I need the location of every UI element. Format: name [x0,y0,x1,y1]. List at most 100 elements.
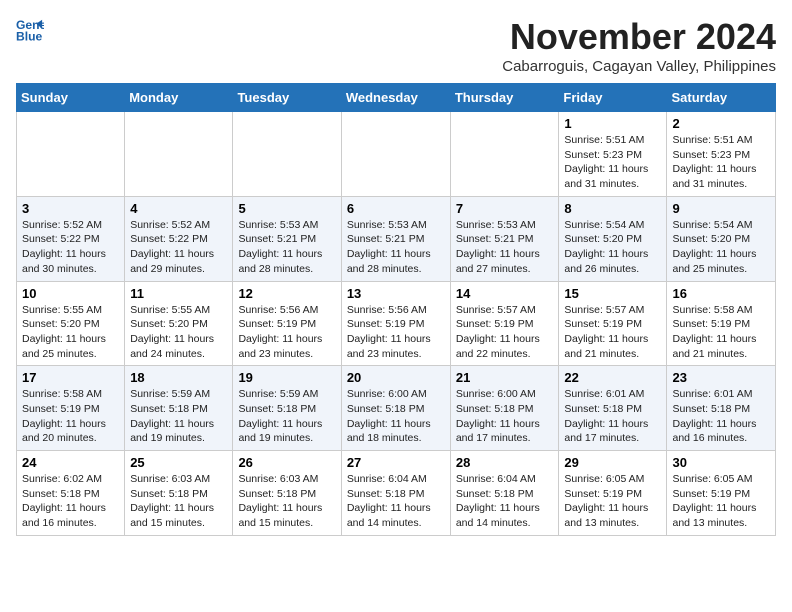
calendar-cell: 25 Sunrise: 6:03 AMSunset: 5:18 PMDayligh… [125,451,233,536]
calendar-cell [17,112,125,197]
page-header: General Blue November 2024 Cabarroguis, … [16,16,776,75]
day-info: Sunrise: 5:53 AMSunset: 5:21 PMDaylight:… [456,218,554,277]
calendar-cell: 16Sunrise: 5:58 AMSunset: 5:19 PMDayligh… [667,281,776,366]
day-number: 29 [564,455,661,470]
calendar-cell: 13Sunrise: 5:56 AMSunset: 5:19 PMDayligh… [341,281,450,366]
day-info: Sunrise: 6:02 AMSunset: 5:18 PMDaylight:… [22,472,119,531]
day-number: 26 [238,455,335,470]
day-number: 6 [347,201,445,216]
column-header-thursday: Thursday [450,84,559,112]
calendar-cell: 5Sunrise: 5:53 AMSunset: 5:21 PMDaylight… [233,196,341,281]
calendar-cell: 8 Sunrise: 5:54 AMSunset: 5:20 PMDaylight… [559,196,667,281]
day-info: Sunrise: 5:55 AMSunset: 5:20 PMDaylight:… [22,303,119,362]
calendar-cell: 9 Sunrise: 5:54 AMSunset: 5:20 PMDaylight… [667,196,776,281]
day-number: 21 [456,370,554,385]
day-number: 3 [22,201,119,216]
calendar-cell: 26 Sunrise: 6:03 AMSunset: 5:18 PMDayligh… [233,451,341,536]
column-header-sunday: Sunday [17,84,125,112]
day-info: Sunrise: 5:57 AMSunset: 5:19 PMDaylight:… [456,303,554,362]
calendar-cell: 27 Sunrise: 6:04 AMSunset: 5:18 PMDayligh… [341,451,450,536]
calendar-cell: 30 Sunrise: 6:05 AMSunset: 5:19 PMDayligh… [667,451,776,536]
day-info: Sunrise: 6:00 AMSunset: 5:18 PMDaylight:… [456,387,554,446]
day-number: 20 [347,370,445,385]
calendar-cell [450,112,559,197]
day-info: Sunrise: 5:52 AMSunset: 5:22 PMDaylight:… [22,218,119,277]
day-number: 12 [238,286,335,301]
column-header-tuesday: Tuesday [233,84,341,112]
day-info: Sunrise: 5:54 AMSunset: 5:20 PMDaylight:… [564,218,661,277]
day-info: Sunrise: 6:05 AMSunset: 5:19 PMDaylight:… [564,472,661,531]
day-info: Sunrise: 6:03 AMSunset: 5:18 PMDaylight:… [238,472,335,531]
day-number: 15 [564,286,661,301]
day-number: 19 [238,370,335,385]
svg-text:Blue: Blue [16,29,43,43]
column-header-monday: Monday [125,84,233,112]
day-info: Sunrise: 5:59 AMSunset: 5:18 PMDaylight:… [130,387,227,446]
day-number: 4 [130,201,227,216]
calendar-cell [125,112,233,197]
column-header-friday: Friday [559,84,667,112]
calendar-cell: 17Sunrise: 5:58 AMSunset: 5:19 PMDayligh… [17,366,125,451]
calendar-cell: 4 Sunrise: 5:52 AMSunset: 5:22 PMDaylight… [125,196,233,281]
logo-icon: General Blue [16,16,44,44]
day-info: Sunrise: 6:01 AMSunset: 5:18 PMDaylight:… [672,387,770,446]
calendar-cell: 3 Sunrise: 5:52 AMSunset: 5:22 PMDaylight… [17,196,125,281]
day-number: 9 [672,201,770,216]
week-row-4: 17Sunrise: 5:58 AMSunset: 5:19 PMDayligh… [17,366,776,451]
day-number: 5 [238,201,335,216]
day-info: Sunrise: 5:51 AMSunset: 5:23 PMDaylight:… [672,133,770,192]
day-info: Sunrise: 5:56 AMSunset: 5:19 PMDaylight:… [238,303,335,362]
calendar-cell: 22Sunrise: 6:01 AMSunset: 5:18 PMDayligh… [559,366,667,451]
week-row-3: 10 Sunrise: 5:55 AMSunset: 5:20 PMDayligh… [17,281,776,366]
week-row-1: 1 Sunrise: 5:51 AMSunset: 5:23 PMDaylight… [17,112,776,197]
day-info: Sunrise: 6:04 AMSunset: 5:18 PMDaylight:… [456,472,554,531]
title-block: November 2024 Cabarroguis, Cagayan Valle… [502,16,776,75]
day-number: 8 [564,201,661,216]
calendar-cell: 19Sunrise: 5:59 AMSunset: 5:18 PMDayligh… [233,366,341,451]
calendar-cell: 7 Sunrise: 5:53 AMSunset: 5:21 PMDaylight… [450,196,559,281]
day-number: 27 [347,455,445,470]
calendar-table: SundayMondayTuesdayWednesdayThursdayFrid… [16,83,776,536]
day-number: 24 [22,455,119,470]
day-info: Sunrise: 5:53 AMSunset: 5:21 PMDaylight:… [347,218,445,277]
calendar-cell: 18 Sunrise: 5:59 AMSunset: 5:18 PMDayligh… [125,366,233,451]
day-info: Sunrise: 6:05 AMSunset: 5:19 PMDaylight:… [672,472,770,531]
day-number: 25 [130,455,227,470]
day-number: 2 [672,116,770,131]
day-number: 1 [564,116,661,131]
day-number: 11 [130,286,227,301]
calendar-cell: 10 Sunrise: 5:55 AMSunset: 5:20 PMDayligh… [17,281,125,366]
day-number: 7 [456,201,554,216]
day-info: Sunrise: 5:58 AMSunset: 5:19 PMDaylight:… [22,387,119,446]
day-number: 28 [456,455,554,470]
day-number: 23 [672,370,770,385]
calendar-cell [341,112,450,197]
column-header-wednesday: Wednesday [341,84,450,112]
day-info: Sunrise: 6:01 AMSunset: 5:18 PMDaylight:… [564,387,661,446]
day-info: Sunrise: 5:55 AMSunset: 5:20 PMDaylight:… [130,303,227,362]
day-info: Sunrise: 6:03 AMSunset: 5:18 PMDaylight:… [130,472,227,531]
calendar-cell: 28 Sunrise: 6:04 AMSunset: 5:18 PMDayligh… [450,451,559,536]
day-info: Sunrise: 5:56 AMSunset: 5:19 PMDaylight:… [347,303,445,362]
day-info: Sunrise: 5:57 AMSunset: 5:19 PMDaylight:… [564,303,661,362]
day-number: 30 [672,455,770,470]
calendar-cell: 15 Sunrise: 5:57 AMSunset: 5:19 PMDayligh… [559,281,667,366]
day-number: 10 [22,286,119,301]
column-header-saturday: Saturday [667,84,776,112]
week-row-5: 24 Sunrise: 6:02 AMSunset: 5:18 PMDayligh… [17,451,776,536]
day-info: Sunrise: 6:00 AMSunset: 5:18 PMDaylight:… [347,387,445,446]
calendar-cell: 24 Sunrise: 6:02 AMSunset: 5:18 PMDayligh… [17,451,125,536]
calendar-cell: 6 Sunrise: 5:53 AMSunset: 5:21 PMDaylight… [341,196,450,281]
day-info: Sunrise: 5:54 AMSunset: 5:20 PMDaylight:… [672,218,770,277]
logo: General Blue [16,16,44,44]
calendar-cell: 2 Sunrise: 5:51 AMSunset: 5:23 PMDaylight… [667,112,776,197]
day-info: Sunrise: 5:51 AMSunset: 5:23 PMDaylight:… [564,133,661,192]
day-info: Sunrise: 6:04 AMSunset: 5:18 PMDaylight:… [347,472,445,531]
day-info: Sunrise: 5:52 AMSunset: 5:22 PMDaylight:… [130,218,227,277]
calendar-cell: 21 Sunrise: 6:00 AMSunset: 5:18 PMDayligh… [450,366,559,451]
month-title: November 2024 [502,16,776,58]
day-number: 18 [130,370,227,385]
day-number: 14 [456,286,554,301]
calendar-cell: 23 Sunrise: 6:01 AMSunset: 5:18 PMDayligh… [667,366,776,451]
calendar-header-row: SundayMondayTuesdayWednesdayThursdayFrid… [17,84,776,112]
